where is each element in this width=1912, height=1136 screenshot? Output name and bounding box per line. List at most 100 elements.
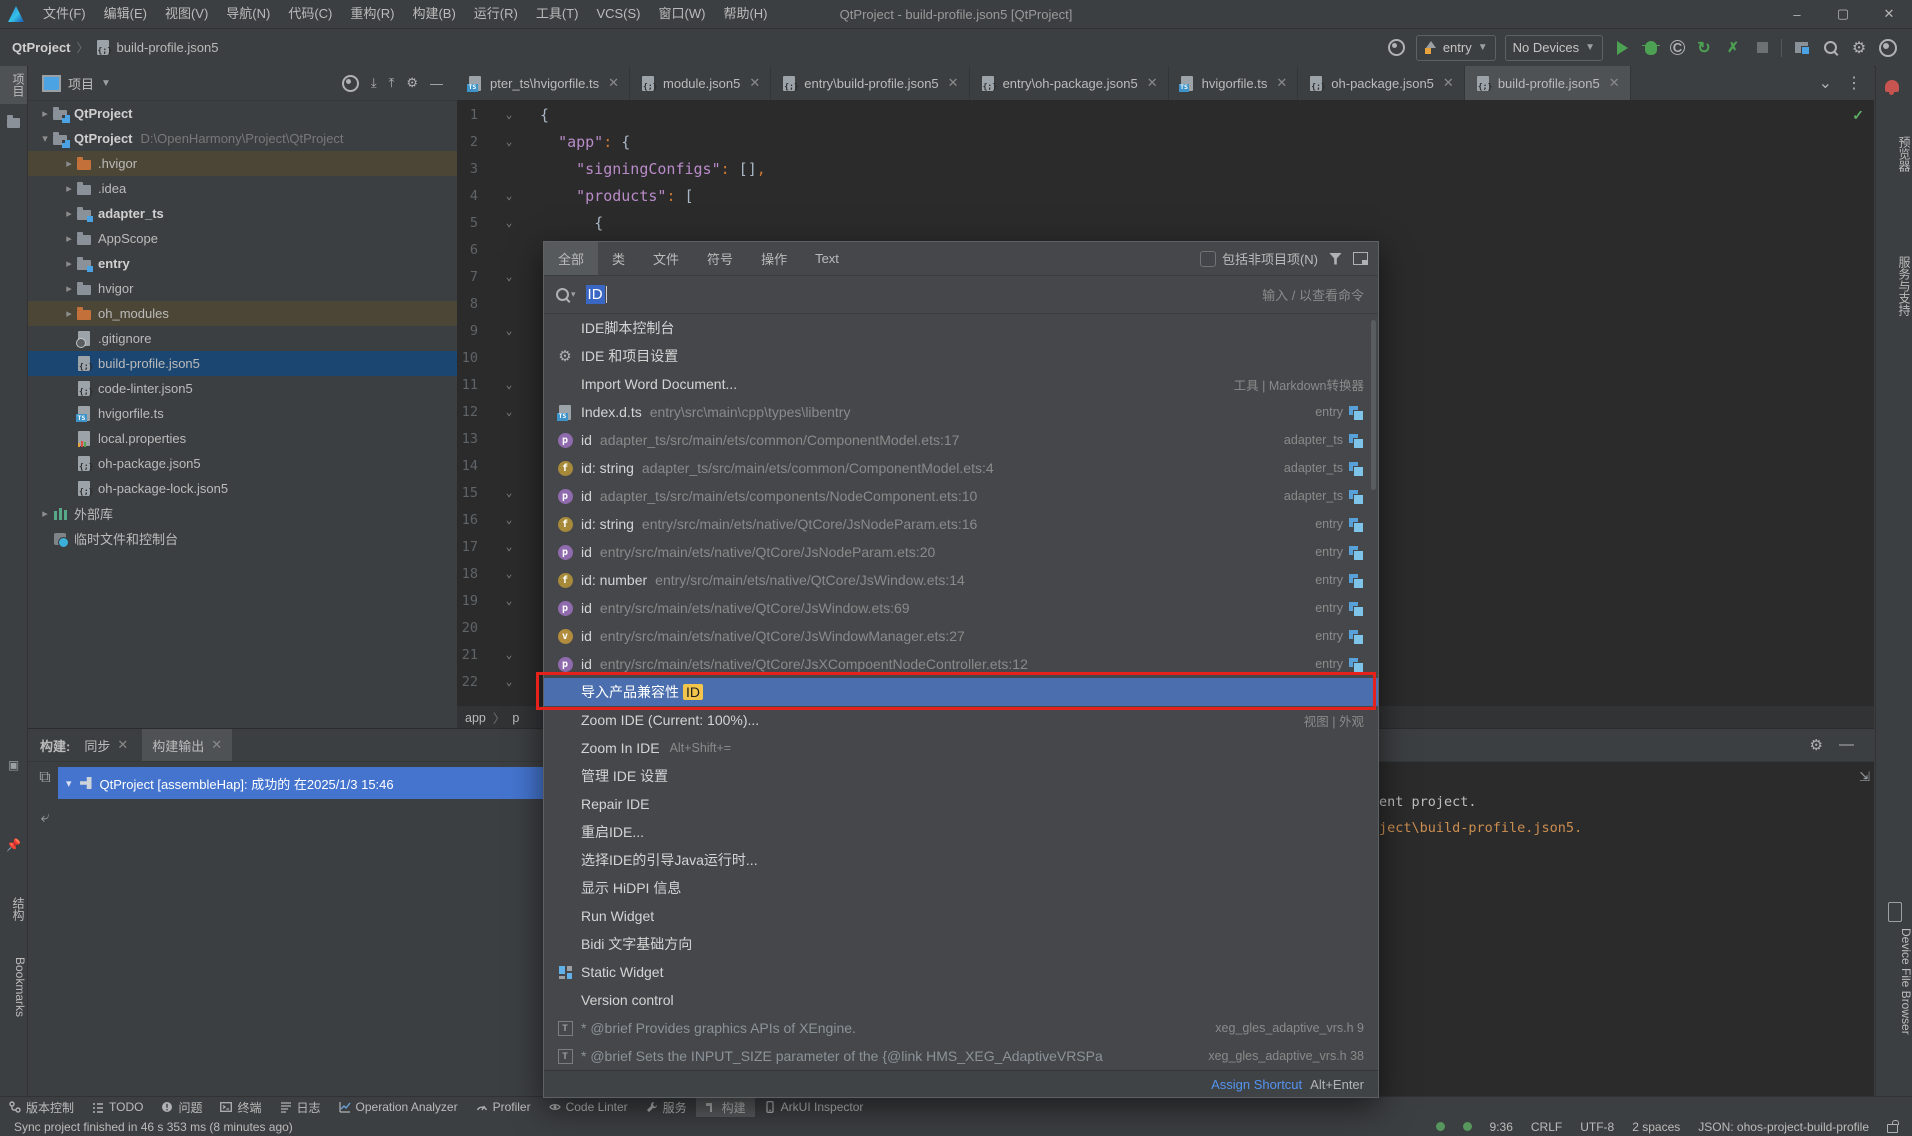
fold-marker-icon[interactable]: ⌄ [478,405,540,418]
search-result-row[interactable]: Run Widget [544,902,1378,930]
search-field[interactable]: ▾ ID 输入 / 以查看命令 [544,275,1378,314]
close-tab-icon[interactable]: ✕ [1147,75,1158,91]
tree-item-AppScope[interactable]: ▸AppScope [28,226,457,251]
menu-item-代码(C)[interactable]: 代码(C) [279,0,341,28]
pin-icon[interactable]: 📌 [0,834,27,856]
menu-item-导航(N)[interactable]: 导航(N) [217,0,279,28]
tree-item-QtProject[interactable]: ▸QtProject [28,101,457,126]
module-selector[interactable]: entry▼ [1416,35,1496,61]
close-tab-icon[interactable]: ✕ [1276,75,1287,91]
editor-tab-module.json5[interactable]: {;}module.json5✕ [630,66,771,100]
tree-item-临时文件和控制台[interactable]: 临时文件和控制台 [28,526,457,551]
build-tab-同步[interactable]: 同步✕ [74,729,138,761]
search-result-row[interactable]: Zoom IDE (Current: 100%)...视图 | 外观 [544,706,1378,734]
indent-style[interactable]: 2 spaces [1632,1120,1680,1134]
export-icon[interactable]: ⧉ [39,769,50,787]
search-result-row[interactable]: T* @brief Provides graphics APIs of XEng… [544,1014,1378,1042]
sidebar-tab-project[interactable]: 项目 [0,66,27,104]
search-result-row[interactable]: pidentry/src/main/ets/native/QtCore/JsWi… [544,594,1378,622]
menu-item-窗口(W)[interactable]: 窗口(W) [650,0,715,28]
tree-chevron-icon[interactable]: ▸ [62,232,76,245]
fold-marker-icon[interactable]: ⌄ [478,324,540,337]
menu-item-重构(R)[interactable]: 重构(R) [341,0,403,28]
open-tool-icon[interactable]: ▣ [0,754,27,776]
search-everywhere-icon[interactable] [1820,38,1840,58]
search-tab-Text[interactable]: Text [801,242,853,275]
fold-marker-icon[interactable]: ⌄ [478,216,540,229]
tree-item-local.properties[interactable]: local.properties [28,426,457,451]
tree-item-.gitignore[interactable]: .gitignore [28,326,457,351]
menu-item-帮助(H)[interactable]: 帮助(H) [714,0,776,28]
stop-app-button[interactable]: ✗ [1723,38,1743,58]
caret-position[interactable]: 9:36 [1490,1120,1513,1134]
search-tab-全部[interactable]: 全部 [544,242,598,275]
readonly-lock-icon[interactable] [1887,1124,1898,1133]
search-result-row[interactable]: Bidi 文字基础方向 [544,930,1378,958]
code-line[interactable]: 3 "signingConfigs": [], [457,155,1874,182]
file-type-schema[interactable]: JSON: ohos-project-build-profile [1698,1120,1869,1134]
fold-marker-icon[interactable]: ⌄ [478,540,540,553]
search-result-row[interactable]: Repair IDE [544,790,1378,818]
tool-button-终端[interactable]: 终端 [211,1097,270,1117]
tool-button-ArkUI-Inspector[interactable]: ArkUI Inspector [755,1097,873,1117]
close-button[interactable]: ✕ [1866,0,1912,28]
maximize-button[interactable]: ▢ [1820,0,1866,28]
editor-tab-pter-ts-hvigorfile.ts[interactable]: TSpter_ts\hvigorfile.ts✕ [457,66,630,100]
search-result-row[interactable]: 管理 IDE 设置 [544,762,1378,790]
breadcrumb-app[interactable]: app [465,711,486,725]
search-tab-类[interactable]: 类 [598,242,639,275]
device-selector[interactable]: No Devices▼ [1505,35,1603,61]
device-manager-icon[interactable] [1791,38,1811,58]
code-line[interactable]: 5⌄ { [457,209,1874,236]
sidebar-tab-bookmarks[interactable]: Bookmarks [0,950,27,1024]
tree-item-.idea[interactable]: ▸.idea [28,176,457,201]
sidebar-tab-device-file-browser[interactable]: Device File Browser [1876,928,1912,1035]
close-tab-icon[interactable]: ✕ [1443,75,1454,91]
tree-item-oh-package-lock.json5[interactable]: {;}oh-package-lock.json5 [28,476,457,501]
search-result-row[interactable]: pidentry/src/main/ets/native/QtCore/JsNo… [544,538,1378,566]
minimize-button[interactable]: – [1774,0,1820,28]
sidebar-tab-previewer[interactable]: 预览器 [1876,136,1912,172]
close-tab-icon[interactable]: ✕ [948,75,959,91]
tool-button-Operation-Analyzer[interactable]: Operation Analyzer [330,1097,467,1117]
close-tab-icon[interactable]: ✕ [608,75,619,91]
tree-item-entry[interactable]: ▸entry [28,251,457,276]
search-tab-文件[interactable]: 文件 [639,242,693,275]
fold-marker-icon[interactable]: ⌄ [478,594,540,607]
tool-button-Code-Linter[interactable]: Code Linter [540,1097,637,1117]
search-result-row[interactable]: ⚙IDE 和项目设置 [544,342,1378,370]
sidebar-tab-structure[interactable]: 结构 [0,890,27,928]
menu-item-运行(R)[interactable]: 运行(R) [465,0,527,28]
tree-item-adapter_ts[interactable]: ▸adapter_ts [28,201,457,226]
tool-button-构建[interactable]: 构建 [696,1097,755,1117]
tree-item-.hvigor[interactable]: ▸.hvigor [28,151,457,176]
fold-marker-icon[interactable]: ⌄ [478,270,540,283]
run-button[interactable] [1612,38,1632,58]
search-result-row[interactable]: IDE脚本控制台 [544,314,1378,342]
search-result-row[interactable]: fid: numberentry/src/main/ets/native/QtC… [544,566,1378,594]
tree-chevron-icon[interactable]: ▸ [38,107,52,120]
account-icon[interactable] [1878,38,1898,58]
tree-item-code-linter.json5[interactable]: {;}code-linter.json5 [28,376,457,401]
search-result-row[interactable]: T* @brief Sets the INPUT_SIZE parameter … [544,1042,1378,1070]
inspections-ok-icon[interactable]: ✓ [1852,107,1864,124]
tree-chevron-icon[interactable]: ▸ [62,157,76,170]
breadcrumb-p[interactable]: p [512,711,519,725]
tool-button-服务[interactable]: 服务 [637,1097,696,1117]
search-result-row[interactable]: 显示 HiDPI 信息 [544,874,1378,902]
fold-marker-icon[interactable]: ⌄ [478,648,540,661]
breadcrumb-file[interactable]: build-profile.json5 [117,40,219,55]
tab-options-kebab-icon[interactable]: ⋮ [1846,73,1862,93]
search-tab-符号[interactable]: 符号 [693,242,747,275]
fold-marker-icon[interactable]: ⌄ [478,189,540,202]
hide-build-panel-icon[interactable]: — [1839,736,1854,754]
line-separator[interactable]: CRLF [1531,1120,1562,1134]
tool-button-Profiler[interactable]: Profiler [467,1097,540,1117]
search-result-row[interactable]: 选择IDE的引导Java运行时... [544,846,1378,874]
include-non-project-checkbox[interactable]: 包括非项目项(N) [1200,249,1318,268]
tree-item-build-profile.json5[interactable]: {;}build-profile.json5 [28,351,457,376]
locate-file-icon[interactable] [342,75,359,92]
search-result-row[interactable]: fid: stringentry/src/main/ets/native/QtC… [544,510,1378,538]
tool-button-问题[interactable]: 问题 [152,1097,211,1117]
tool-button-日志[interactable]: 日志 [271,1097,330,1117]
